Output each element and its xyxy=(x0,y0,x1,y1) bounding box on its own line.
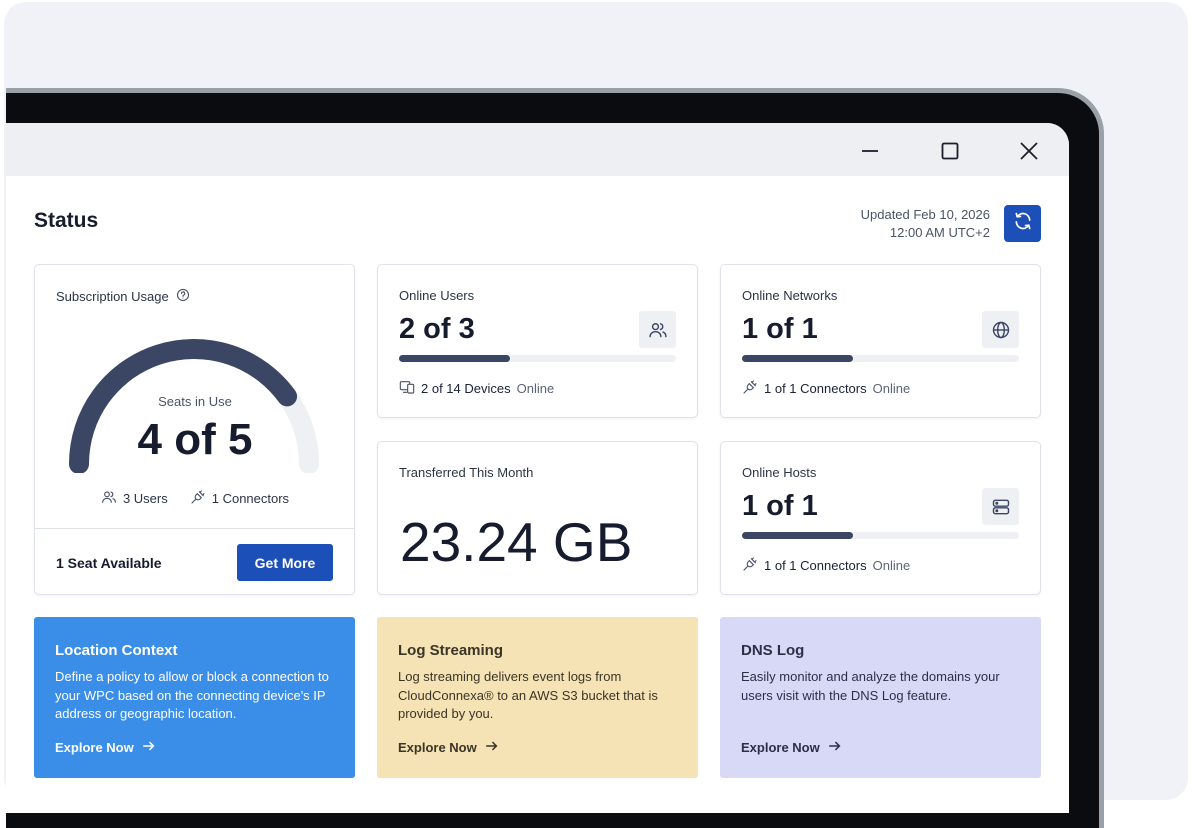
promo-title: Location Context xyxy=(55,642,178,659)
explore-now-link[interactable]: Explore Now xyxy=(741,739,842,756)
explore-now-label: Explore Now xyxy=(55,740,134,755)
online-hosts-bar-fill xyxy=(742,532,853,539)
online-networks-card: Online Networks 1 of 1 1 of 1 Connectors… xyxy=(720,264,1041,418)
minimize-icon[interactable] xyxy=(856,137,884,165)
online-networks-value: 1 of 1 xyxy=(742,313,818,346)
online-users-card: Online Users 2 of 3 2 of 14 Devices Onli… xyxy=(377,264,698,418)
host-connectors-online: 1 of 1 Connectors Online xyxy=(742,556,910,575)
arrow-right-icon xyxy=(485,739,499,756)
explore-now-label: Explore Now xyxy=(398,740,477,755)
subscription-label: Subscription Usage xyxy=(56,289,169,304)
promo-title: DNS Log xyxy=(741,642,804,659)
network-connectors-status: Online xyxy=(873,381,911,396)
host-connectors-count: 1 of 1 Connectors xyxy=(764,558,867,573)
status-page: Status Updated Feb 10, 2026 12:00 AM UTC… xyxy=(6,176,1069,813)
globe-icon xyxy=(982,311,1019,348)
updated-date: Updated Feb 10, 2026 xyxy=(861,206,990,224)
maximize-icon[interactable] xyxy=(936,137,964,165)
network-connectors-count: 1 of 1 Connectors xyxy=(764,381,867,396)
devices-online: 2 of 14 Devices Online xyxy=(399,379,554,398)
connectors-count-text: 1 Connectors xyxy=(212,491,289,506)
online-users-value: 2 of 3 xyxy=(399,313,475,346)
promo-location-context: Location Context Define a policy to allo… xyxy=(34,617,355,778)
host-connectors-status: Online xyxy=(873,558,911,573)
seats-value: 4 of 5 xyxy=(35,415,355,465)
app-window: Status Updated Feb 10, 2026 12:00 AM UTC… xyxy=(6,123,1069,813)
promo-body: Log streaming delivers event logs from C… xyxy=(398,668,680,724)
help-circle-icon[interactable] xyxy=(176,288,190,305)
subscription-usage-card: Subscription Usage Seats in Use 4 of 5 3… xyxy=(34,264,355,595)
close-icon[interactable] xyxy=(1015,137,1043,165)
online-users-bar-fill xyxy=(399,355,510,362)
users-count-text: 3 Users xyxy=(123,491,168,506)
seats-label: Seats in Use xyxy=(35,394,355,409)
promo-title: Log Streaming xyxy=(398,642,503,659)
server-icon xyxy=(982,488,1019,525)
refresh-button[interactable] xyxy=(1004,205,1041,242)
online-networks-bar xyxy=(742,355,1019,362)
online-networks-bar-fill xyxy=(742,355,853,362)
promo-log-streaming: Log Streaming Log streaming delivers eve… xyxy=(377,617,698,778)
transferred-label: Transferred This Month xyxy=(399,465,533,480)
page-title: Status xyxy=(34,209,98,233)
seats-available: 1 Seat Available xyxy=(56,555,162,571)
explore-now-label: Explore Now xyxy=(741,740,820,755)
transferred-card: Transferred This Month 23.24 GB xyxy=(377,441,698,595)
online-hosts-card: Online Hosts 1 of 1 1 of 1 Connectors On… xyxy=(720,441,1041,595)
explore-now-link[interactable]: Explore Now xyxy=(55,739,156,756)
subscription-meta: 3 Users 1 Connectors xyxy=(35,489,355,508)
explore-now-link[interactable]: Explore Now xyxy=(398,739,499,756)
devices-status: Online xyxy=(517,381,555,396)
promo-body: Define a policy to allow or block a conn… xyxy=(55,668,337,724)
connectors-count: 1 Connectors xyxy=(190,489,289,508)
devices-icon xyxy=(399,379,415,398)
get-more-button[interactable]: Get More xyxy=(237,544,333,581)
online-hosts-label: Online Hosts xyxy=(742,465,816,480)
subscription-footer: 1 Seat Available Get More xyxy=(35,528,355,594)
plug-icon xyxy=(742,379,758,398)
online-users-label: Online Users xyxy=(399,288,474,303)
title-bar xyxy=(6,123,1069,176)
arrow-right-icon xyxy=(828,739,842,756)
online-users-bar xyxy=(399,355,676,362)
online-hosts-bar xyxy=(742,532,1019,539)
plug-icon xyxy=(742,556,758,575)
refresh-icon xyxy=(1013,211,1033,236)
promo-dns-log: DNS Log Easily monitor and analyze the d… xyxy=(720,617,1041,778)
updated-time: 12:00 AM UTC+2 xyxy=(861,224,990,242)
users-count: 3 Users xyxy=(101,489,168,508)
plug-icon xyxy=(190,489,206,508)
users-icon xyxy=(639,311,676,348)
subscription-header: Subscription Usage xyxy=(56,288,190,305)
users-icon xyxy=(101,489,117,508)
online-networks-label: Online Networks xyxy=(742,288,837,303)
network-connectors-online: 1 of 1 Connectors Online xyxy=(742,379,910,398)
devices-count: 2 of 14 Devices xyxy=(421,381,511,396)
transferred-value: 23.24 GB xyxy=(400,510,632,574)
arrow-right-icon xyxy=(142,739,156,756)
promo-body: Easily monitor and analyze the domains y… xyxy=(741,668,1023,705)
online-hosts-value: 1 of 1 xyxy=(742,490,818,523)
updated-timestamp: Updated Feb 10, 2026 12:00 AM UTC+2 xyxy=(861,206,990,242)
